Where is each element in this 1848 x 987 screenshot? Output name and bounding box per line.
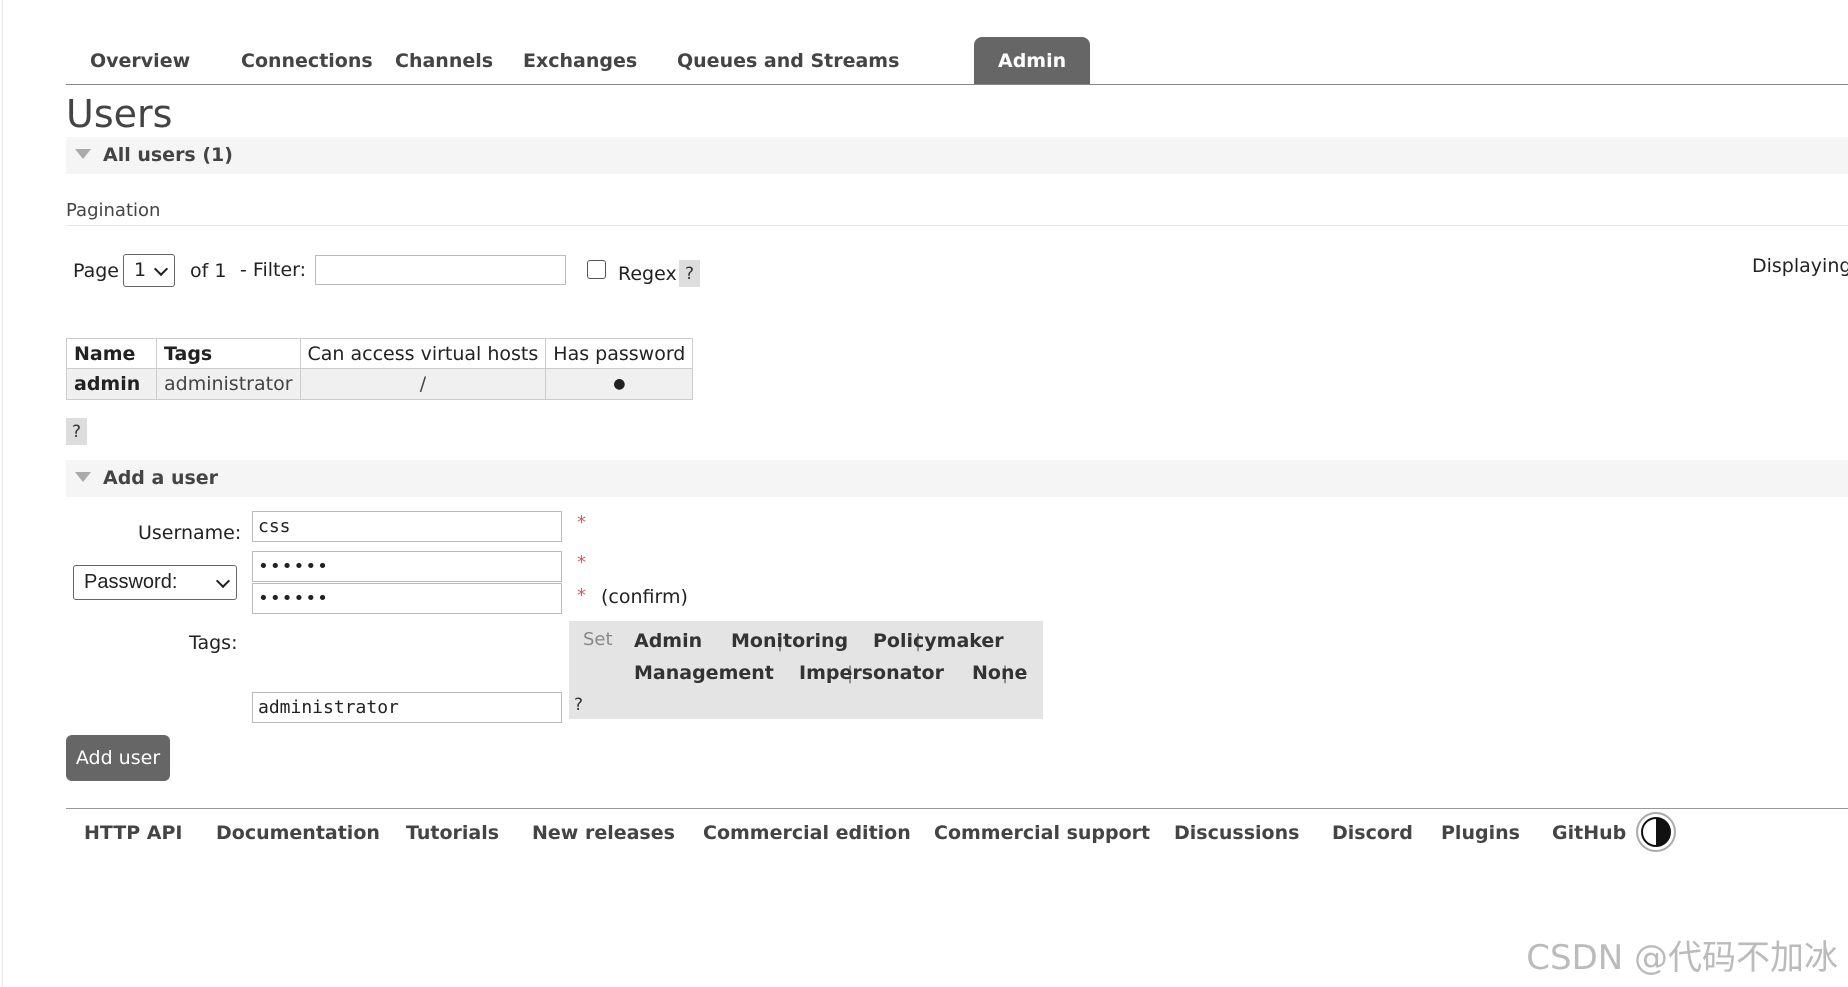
required-marker: * [577, 552, 586, 573]
required-marker: * [577, 585, 586, 606]
page-select[interactable]: 1 [123, 254, 175, 287]
confirm-label: (confirm) [601, 586, 688, 608]
footer-link-commercial-edition[interactable]: Commercial edition [703, 822, 911, 844]
page-of-label: of 1 [190, 260, 227, 282]
footer-link-new-releases[interactable]: New releases [532, 822, 675, 844]
footer-link-http-api[interactable]: HTTP API [84, 822, 183, 844]
tags-label: Tags: [189, 632, 238, 654]
tag-presets-panel: Set Admin | Monitoring | Policymaker Man… [569, 621, 1043, 719]
watermark-text: CSDN @代码不加冰 [1526, 938, 1838, 978]
displaying-label: Displaying [1752, 255, 1848, 277]
all-users-section-header[interactable]: All users (1) [66, 137, 1848, 174]
contrast-icon [1641, 817, 1671, 847]
tag-option-admin[interactable]: Admin [634, 630, 702, 652]
tab-admin[interactable]: Admin [974, 37, 1091, 84]
table-row[interactable]: admin administrator / ● [66, 368, 694, 400]
filter-input[interactable] [315, 255, 566, 285]
footer-link-commercial-support[interactable]: Commercial support [934, 822, 1150, 844]
tab-channels[interactable]: Channels [371, 37, 517, 84]
filter-label: - Filter: [240, 259, 307, 281]
chevron-down-icon [153, 261, 169, 276]
footer-link-plugins[interactable]: Plugins [1441, 822, 1520, 844]
tags-help-button[interactable]: ? [574, 695, 583, 715]
all-users-header-label: All users (1) [103, 144, 233, 166]
nav-tabs: Overview Connections Channels Exchanges … [66, 37, 1848, 85]
password-confirm-input[interactable]: •••••• [252, 583, 562, 614]
pagination-title: Pagination [66, 200, 161, 221]
column-header-tags[interactable]: Tags [156, 338, 301, 369]
footer-link-discord[interactable]: Discord [1332, 822, 1413, 844]
table-header-row: Name Tags Can access virtual hosts Has p… [66, 338, 694, 369]
footer-link-github[interactable]: GitHub [1552, 822, 1626, 844]
password-type-select-value: Password: [84, 571, 178, 593]
column-header-has-password: Has password [545, 338, 694, 369]
user-name-cell[interactable]: admin [66, 368, 157, 400]
regex-label: Regex [618, 263, 677, 285]
chevron-down-icon [215, 573, 231, 588]
regex-help-button[interactable]: ? [679, 260, 700, 287]
column-header-name[interactable]: Name [66, 338, 157, 369]
window-left-border [2, 0, 3, 987]
users-table-help-button[interactable]: ? [66, 418, 87, 445]
tag-option-impersonator[interactable]: Impersonator [799, 662, 944, 684]
tab-connections[interactable]: Connections [217, 37, 397, 84]
users-table: Name Tags Can access virtual hosts Has p… [66, 338, 694, 400]
tag-option-monitoring[interactable]: Monitoring [731, 630, 848, 652]
footer-link-discussions[interactable]: Discussions [1174, 822, 1299, 844]
tag-set-label: Set [583, 629, 613, 650]
tag-option-policymaker[interactable]: Policymaker [873, 630, 1004, 652]
add-user-section-header[interactable]: Add a user [66, 460, 1848, 497]
password-type-select[interactable]: Password: [73, 565, 237, 600]
required-marker: * [577, 512, 586, 533]
add-user-button[interactable]: Add user [66, 735, 170, 781]
tab-overview[interactable]: Overview [66, 37, 214, 84]
tab-queues-and-streams[interactable]: Queues and Streams [653, 37, 923, 84]
footer-link-documentation[interactable]: Documentation [216, 822, 380, 844]
tag-option-management[interactable]: Management [634, 662, 774, 684]
page-title: Users [66, 92, 173, 136]
add-user-header-label: Add a user [103, 467, 219, 489]
collapse-triangle-icon [75, 471, 91, 482]
column-header-vhosts: Can access virtual hosts [299, 338, 547, 369]
tab-exchanges[interactable]: Exchanges [499, 37, 661, 84]
regex-checkbox[interactable] [587, 260, 606, 279]
username-input[interactable]: css [252, 511, 562, 542]
pagination-divider [66, 225, 1848, 226]
user-vhosts-cell: / [299, 368, 547, 400]
theme-toggle-button[interactable] [1636, 812, 1676, 852]
footer-link-tutorials[interactable]: Tutorials [406, 822, 499, 844]
user-has-password-cell: ● [545, 368, 694, 400]
page-select-value: 1 [134, 259, 147, 281]
password-input[interactable]: •••••• [252, 551, 562, 582]
username-label: Username: [138, 522, 242, 544]
page-label: Page [73, 260, 119, 282]
user-tags-cell: administrator [156, 368, 301, 400]
footer-divider [66, 808, 1848, 809]
tags-input[interactable]: administrator [252, 692, 562, 723]
collapse-triangle-icon [75, 148, 91, 159]
tag-option-none[interactable]: None [972, 662, 1027, 684]
